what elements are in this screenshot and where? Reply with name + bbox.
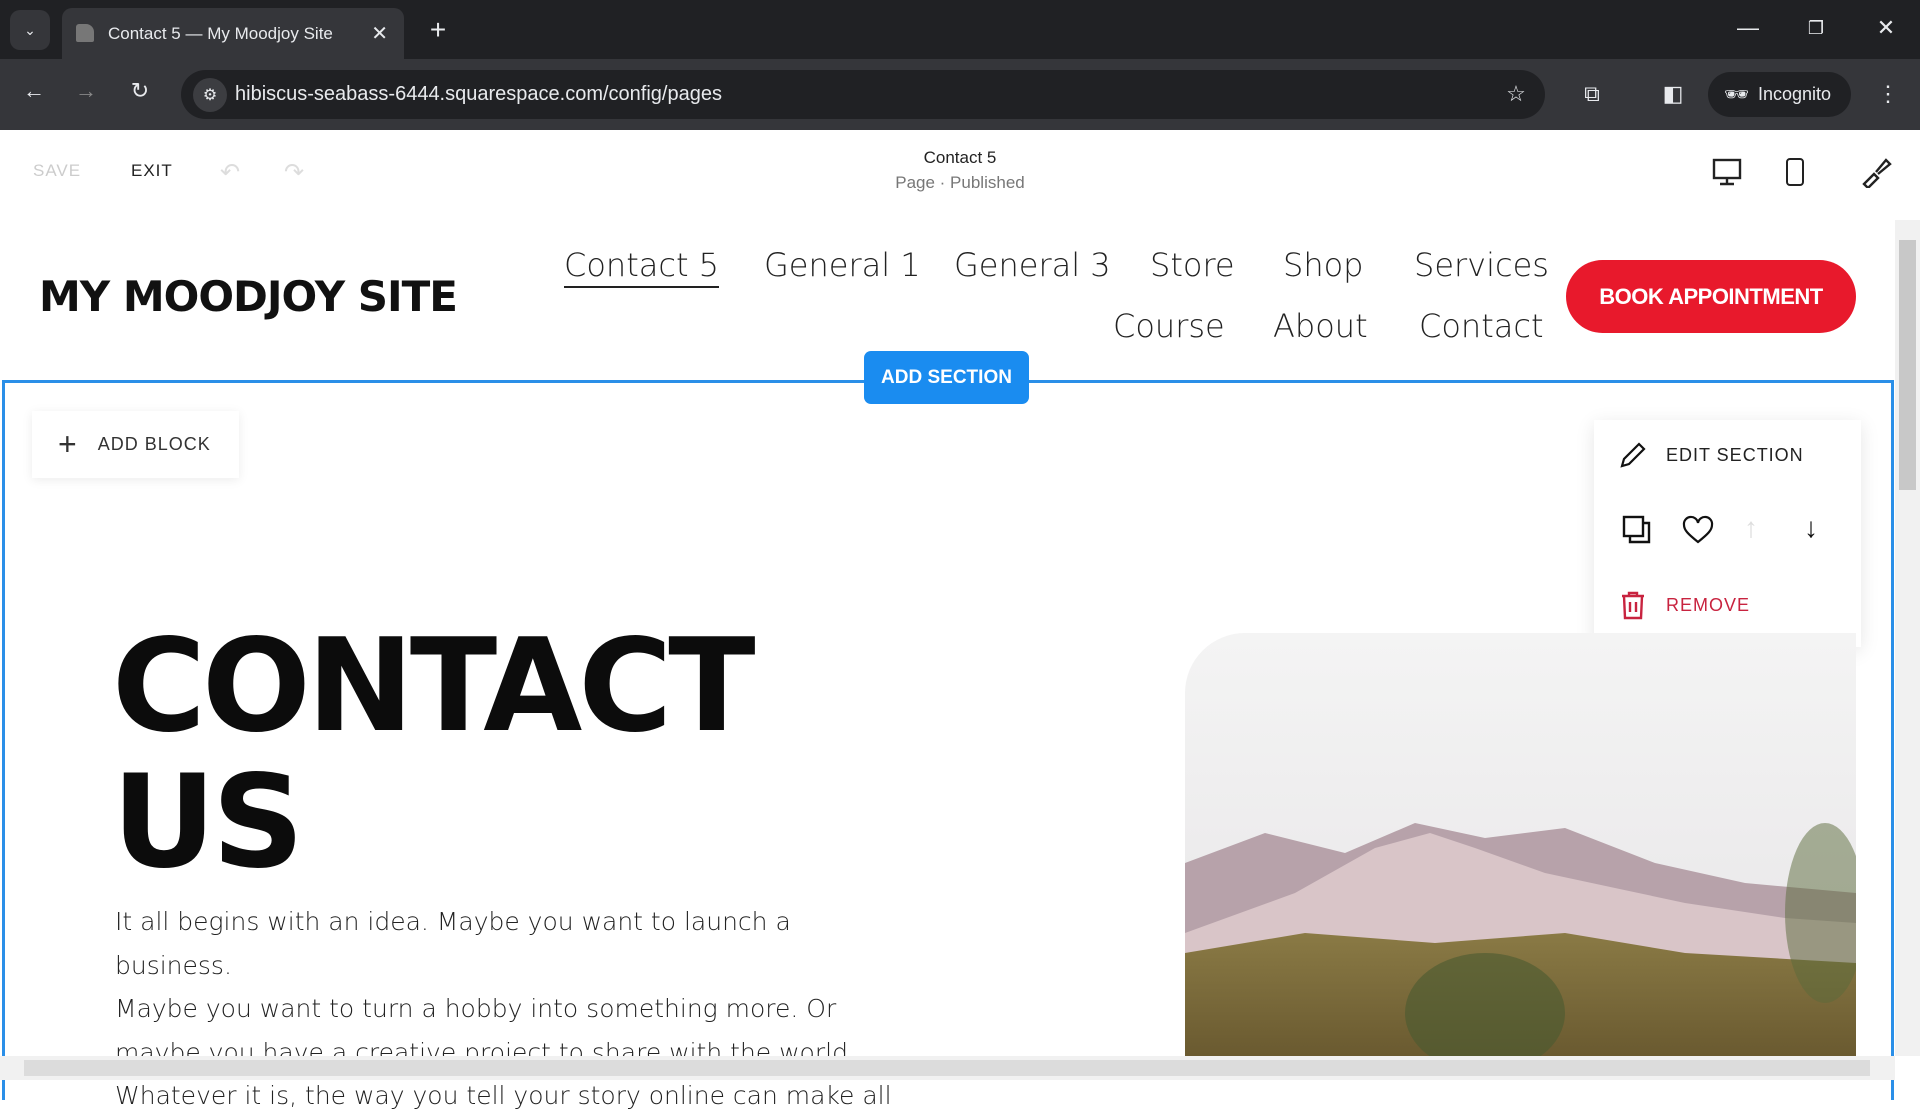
heading-line-2[interactable]: US bbox=[112, 748, 304, 897]
nav-shop[interactable]: Shop bbox=[1283, 246, 1363, 284]
close-window-button[interactable]: ✕ bbox=[1870, 10, 1902, 46]
heading-line-1[interactable]: CONTACT bbox=[112, 612, 756, 761]
tab-title: Contact 5 — My Moodjoy Site bbox=[108, 23, 333, 43]
remove-section-button[interactable]: REMOVE bbox=[1618, 590, 1750, 620]
url-text: hibiscus-seabass-6444.squarespace.com/co… bbox=[235, 83, 722, 105]
favicon-icon bbox=[76, 24, 94, 42]
edit-section-button[interactable]: EDIT SECTION bbox=[1618, 440, 1804, 470]
pencil-icon bbox=[1620, 442, 1646, 468]
tab-search-button[interactable]: ⌄ bbox=[10, 10, 50, 50]
landscape-image[interactable] bbox=[1185, 633, 1856, 1056]
mobile-view-icon[interactable] bbox=[1785, 157, 1805, 187]
minimize-button[interactable]: — bbox=[1732, 10, 1764, 46]
redo-icon[interactable]: ↷ bbox=[284, 158, 304, 187]
nav-contact[interactable]: Contact bbox=[1419, 307, 1544, 345]
nav-store[interactable]: Store bbox=[1150, 246, 1235, 284]
close-tab-icon[interactable]: ✕ bbox=[371, 21, 388, 46]
nav-course[interactable]: Course bbox=[1113, 307, 1225, 345]
site-settings-icon[interactable]: ⚙ bbox=[193, 78, 227, 112]
extensions-icon[interactable]: ⧉ bbox=[1574, 76, 1610, 112]
section-toolbar: EDIT SECTION ↑ ↓ REMOVE bbox=[1594, 420, 1861, 647]
bookmark-star-icon[interactable]: ☆ bbox=[1498, 76, 1534, 112]
forward-button[interactable]: → bbox=[68, 73, 104, 109]
desktop-view-icon[interactable] bbox=[1712, 158, 1742, 186]
book-appointment-button[interactable]: BOOK APPOINTMENT bbox=[1566, 260, 1856, 333]
paragraph-line: It all begins with an idea. Maybe you wa… bbox=[115, 907, 791, 980]
edit-section-label: EDIT SECTION bbox=[1666, 444, 1804, 465]
nav-contact-5[interactable]: Contact 5 bbox=[564, 246, 720, 288]
reload-button[interactable]: ↻ bbox=[122, 73, 158, 109]
url-bar[interactable]: ⚙ hibiscus-seabass-6444.squarespace.com/… bbox=[181, 70, 1545, 119]
nav-general-1[interactable]: General 1 bbox=[764, 246, 921, 284]
nav-about[interactable]: About bbox=[1273, 307, 1368, 345]
exit-button[interactable]: EXIT bbox=[131, 161, 173, 181]
trash-icon bbox=[1622, 591, 1644, 620]
add-block-label: ADD BLOCK bbox=[97, 434, 211, 454]
nav-general-3[interactable]: General 3 bbox=[954, 246, 1111, 284]
back-button[interactable]: ← bbox=[16, 73, 52, 109]
new-tab-button[interactable]: + bbox=[420, 12, 456, 48]
vertical-scrollbar-thumb[interactable] bbox=[1899, 240, 1916, 490]
undo-icon[interactable]: ↶ bbox=[220, 158, 240, 187]
page-title: Contact 5 bbox=[923, 148, 997, 167]
plus-icon: + bbox=[58, 426, 78, 462]
nav-services[interactable]: Services bbox=[1414, 246, 1549, 284]
horizontal-scrollbar[interactable] bbox=[0, 1056, 1895, 1080]
save-section-heart-icon[interactable] bbox=[1682, 515, 1714, 545]
site-styles-brush-icon[interactable] bbox=[1860, 156, 1892, 188]
add-block-button[interactable]: + ADD BLOCK bbox=[32, 411, 239, 478]
incognito-icon: 🕶 bbox=[1724, 84, 1750, 106]
browser-tab[interactable]: Contact 5 — My Moodjoy Site ✕ bbox=[62, 8, 404, 59]
save-button[interactable]: SAVE bbox=[33, 161, 81, 181]
move-down-arrow-icon[interactable]: ↓ bbox=[1804, 512, 1818, 544]
intro-paragraph[interactable]: It all begins with an idea. Maybe you wa… bbox=[115, 900, 895, 1118]
add-section-button[interactable]: ADD SECTION bbox=[864, 351, 1029, 404]
move-up-arrow-icon[interactable]: ↑ bbox=[1744, 512, 1758, 544]
horizontal-scrollbar-thumb[interactable] bbox=[24, 1060, 1870, 1076]
duplicate-icon[interactable] bbox=[1622, 515, 1652, 545]
browser-menu-icon[interactable]: ⋮ bbox=[1870, 76, 1906, 112]
browser-tab-bar: ⌄ Contact 5 — My Moodjoy Site ✕ + — ❐ ✕ bbox=[0, 0, 1920, 59]
site-logo[interactable]: MY MOODJOY SITE bbox=[39, 272, 458, 321]
paragraph-line: Maybe you want to turn a hobby into some… bbox=[115, 994, 837, 1023]
vertical-scrollbar[interactable] bbox=[1895, 220, 1920, 1056]
incognito-badge[interactable]: 🕶 Incognito bbox=[1708, 72, 1851, 117]
side-panel-icon[interactable]: ◧ bbox=[1655, 76, 1691, 112]
page-status: Page · Published bbox=[895, 173, 1025, 192]
paragraph-line: Whatever it is, the way you tell your st… bbox=[115, 1081, 892, 1110]
remove-label: REMOVE bbox=[1666, 594, 1751, 615]
incognito-label: Incognito bbox=[1758, 84, 1832, 104]
restore-button[interactable]: ❐ bbox=[1800, 10, 1832, 46]
